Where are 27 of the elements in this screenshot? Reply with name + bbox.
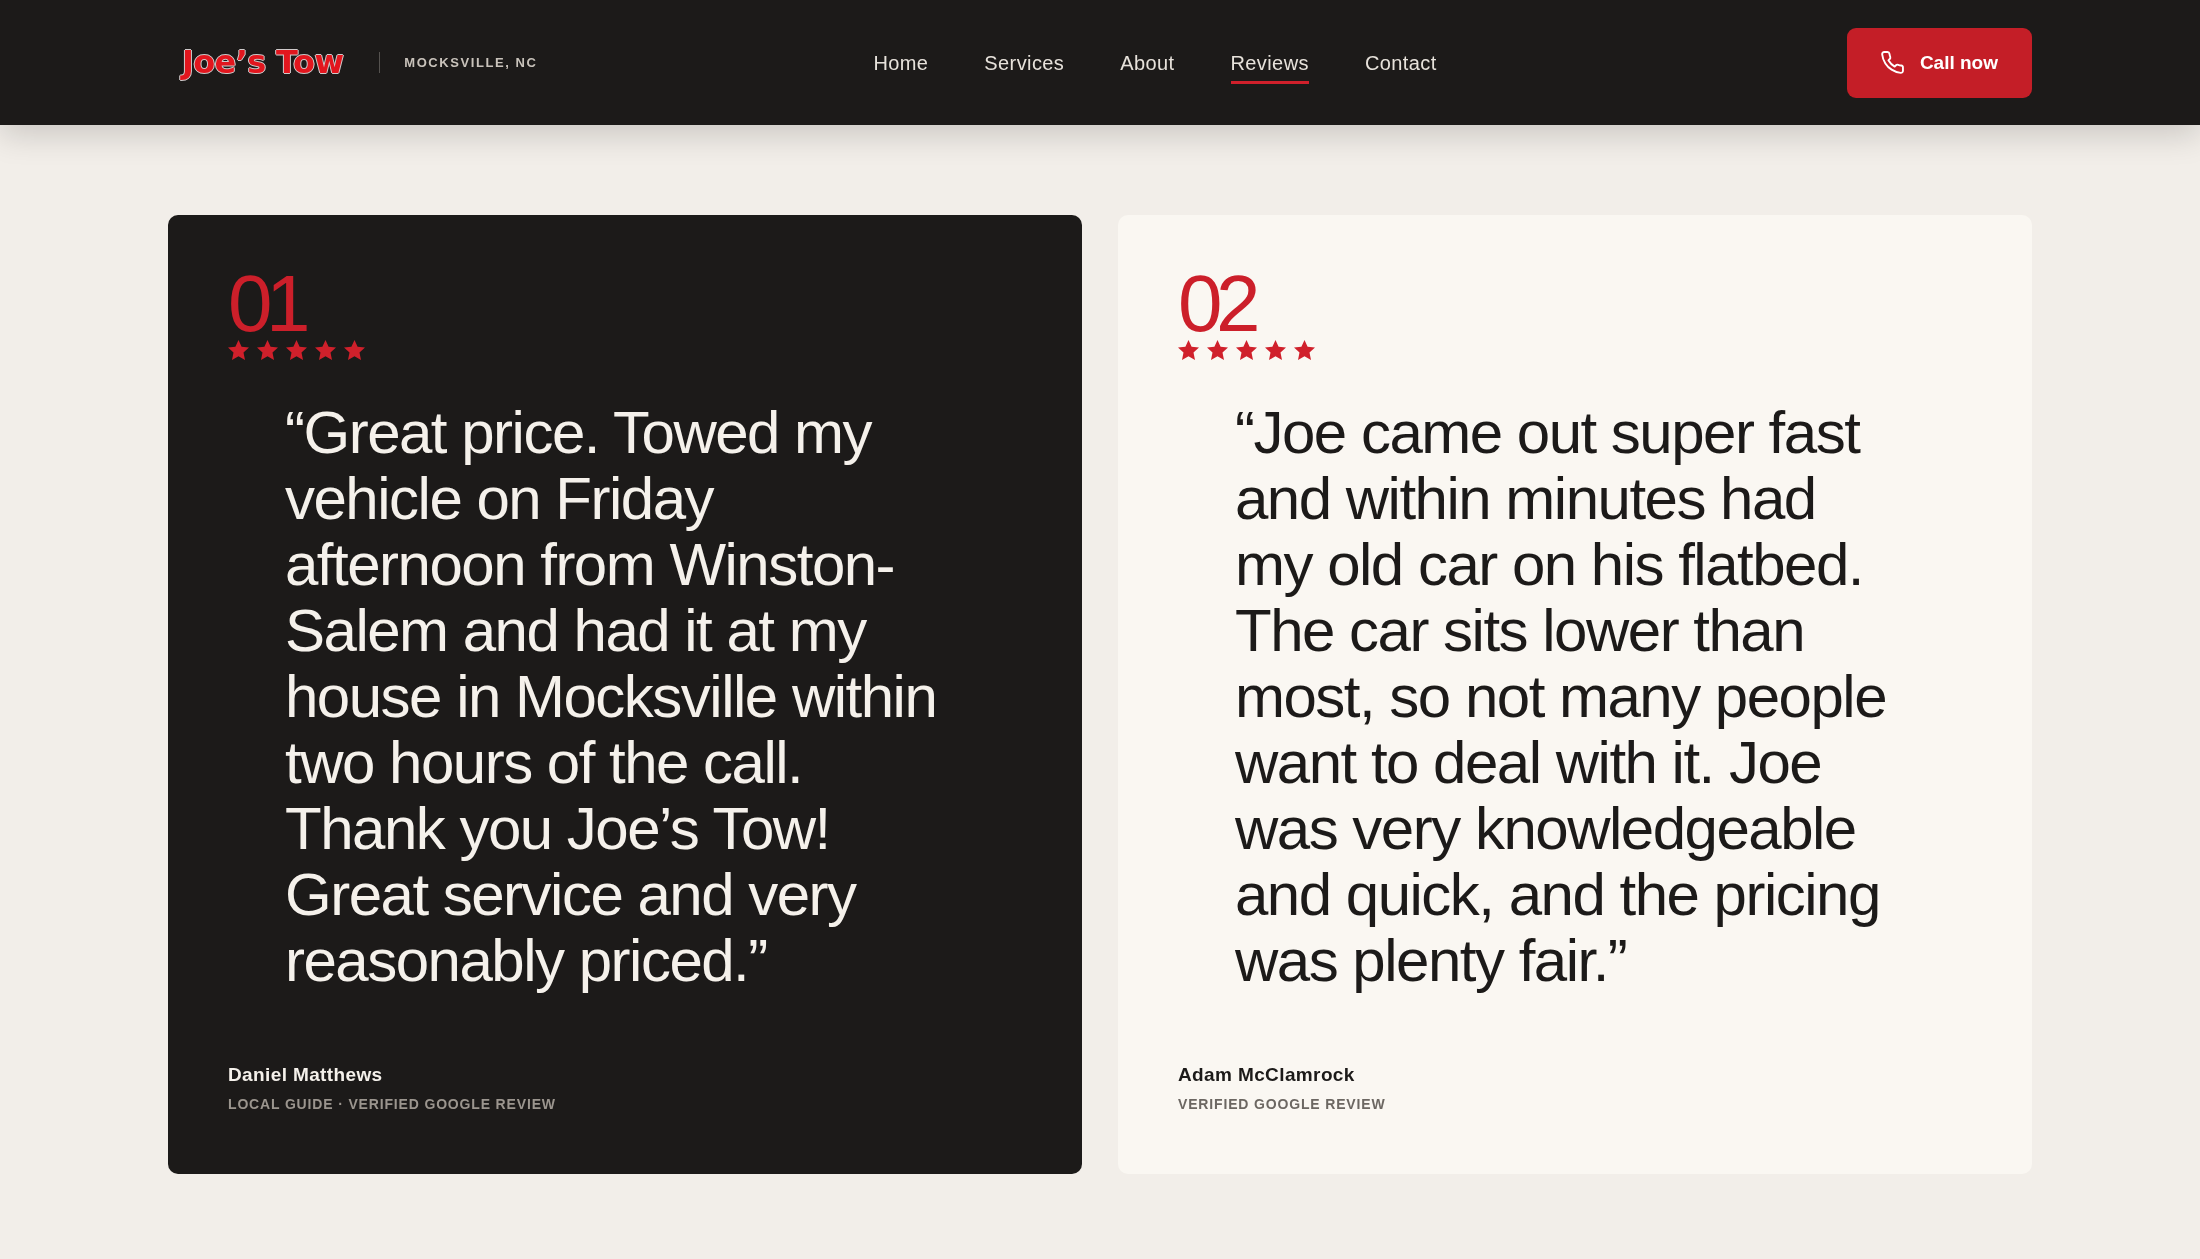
reviewer-name: Adam McClamrock [1178, 1063, 1355, 1087]
star-icon [1294, 340, 1315, 360]
reviewer-detail: LOCAL GUIDE · VERIFIED GOOGLE REVIEW [228, 1095, 556, 1113]
review-quote: “Joe came out super fast and within minutes had my old car on his flatbed. The car sits lower than most, so not many people want to deal with it. Joe was very knowledgeable and quick, and the pricing was plenty fair.” [1235, 400, 1888, 994]
reviewer-detail: VERIFIED GOOGLE REVIEW [1178, 1095, 1386, 1113]
star-icon [257, 340, 278, 360]
star-icon [1207, 340, 1228, 360]
star-icon [1265, 340, 1286, 360]
star-icon [1178, 340, 1199, 360]
star-icon [1236, 340, 1257, 360]
nav-link[interactable]: About [1120, 41, 1175, 84]
nav-link[interactable]: Home [873, 41, 929, 84]
star-icon [286, 340, 307, 360]
review-number: 01 [228, 268, 305, 340]
star-icon [228, 340, 249, 360]
phone-icon [1880, 51, 1904, 74]
star-icon [344, 340, 365, 360]
star-icon [315, 340, 336, 360]
nav-link[interactable]: Services [984, 41, 1065, 84]
nav-link[interactable]: Contact [1364, 41, 1437, 84]
nav-link[interactable]: Reviews [1230, 41, 1309, 84]
location-label: MOCKSVILLE, NC [404, 55, 538, 70]
review-number: 02 [1178, 268, 1255, 340]
logo[interactable]: Joe’s Tow [182, 44, 344, 81]
review-quote: “Great price. Towed my vehicle on Friday afternoon from Winston-Salem and had it at my house in Mocksville within two hours of the call. Thank you Joe’s Tow! Great service and very reasonably priced.” [285, 400, 938, 994]
reviewer-name: Daniel Matthews [228, 1063, 383, 1087]
call-button[interactable]: Call now [1846, 27, 2032, 98]
